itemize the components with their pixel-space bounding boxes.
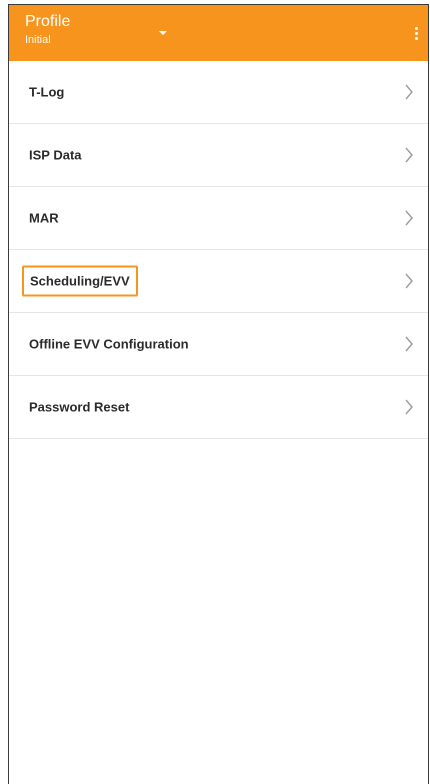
menu-item-label: T-Log (29, 84, 65, 100)
chevron-right-icon (405, 210, 413, 226)
app-title: Profile (25, 13, 71, 30)
more-vert-icon[interactable] (409, 21, 423, 45)
menu-item-mar[interactable]: MAR (9, 187, 428, 250)
menu-item-label: MAR (29, 210, 59, 226)
chevron-right-icon (405, 399, 413, 415)
menu-item-t-log[interactable]: T-Log (9, 61, 428, 124)
menu-item-label: Offline EVV Configuration (29, 336, 189, 352)
app-subtitle: Initial (25, 34, 51, 46)
menu-item-password-reset[interactable]: Password Reset (9, 376, 428, 439)
chevron-right-icon (405, 273, 413, 289)
menu-item-offline-evv-configuration[interactable]: Offline EVV Configuration (9, 313, 428, 376)
menu-list: T-Log ISP Data MAR Scheduling/EVV Offlin… (9, 61, 428, 439)
chevron-right-icon (405, 147, 413, 163)
menu-item-label: Scheduling/EVV (22, 265, 138, 297)
profile-selector[interactable]: Profile Initial (25, 14, 70, 46)
menu-item-scheduling-evv[interactable]: Scheduling/EVV (9, 250, 428, 313)
phone-screen: Profile Initial T-Log ISP Data MAR Sched… (8, 4, 429, 784)
chevron-right-icon (405, 84, 413, 100)
menu-item-label: Password Reset (29, 399, 130, 415)
menu-item-isp-data[interactable]: ISP Data (9, 124, 428, 187)
chevron-right-icon (405, 336, 413, 352)
menu-item-label: ISP Data (29, 147, 82, 163)
caret-down-icon[interactable] (159, 31, 167, 35)
app-bar: Profile Initial (9, 5, 428, 61)
